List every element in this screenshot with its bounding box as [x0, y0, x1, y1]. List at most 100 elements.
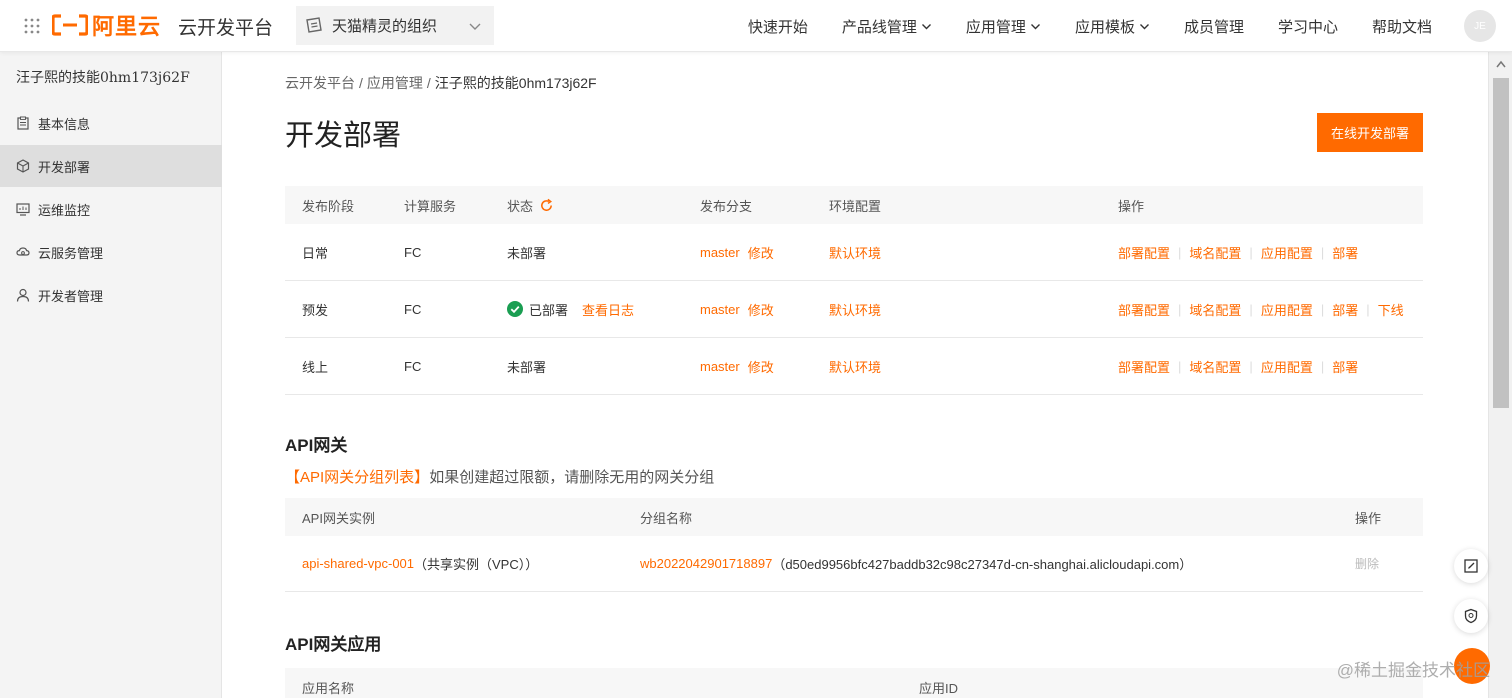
nav-label: 学习中心	[1277, 18, 1338, 36]
scrollbar-thumb[interactable]	[1493, 78, 1509, 408]
nav-learning-center[interactable]: 学习中心	[1278, 16, 1338, 37]
api-gateway-table: API网关实例 分组名称 操作 api-shared-vpc-001 （共享实例（…	[285, 498, 1423, 592]
cell-ops: 部署配置 | 域名配置 | 应用配置 | 部署	[1118, 357, 1359, 376]
instance-link[interactable]: api-shared-vpc-001	[302, 556, 414, 571]
top-navbar: 阿里云 云开发平台 天猫精灵的组织 快速开始 产品线管理 应用管理 应用模板 成…	[0, 0, 1512, 52]
chevron-down-icon	[469, 23, 481, 30]
cell-compute: FC	[404, 301, 422, 317]
refresh-icon[interactable]	[539, 198, 554, 213]
aliyun-logo[interactable]: 阿里云	[52, 12, 162, 39]
op-domain-config[interactable]: 域名配置	[1189, 300, 1241, 319]
sidebar-item-developers[interactable]: 开发者管理	[0, 274, 222, 316]
cell-status: 未部署	[507, 245, 547, 261]
nav-app-templates[interactable]: 应用模板	[1075, 16, 1150, 37]
op-app-config[interactable]: 应用配置	[1261, 357, 1313, 376]
breadcrumb-link-app-management[interactable]: 应用管理	[367, 75, 423, 91]
col-env: 环境配置	[829, 198, 882, 214]
status-text: 已部署	[529, 302, 569, 318]
cloud-icon	[16, 247, 30, 256]
group-link[interactable]: wb2022042901718897	[640, 556, 772, 571]
edit-branch-link[interactable]: 修改	[748, 243, 774, 262]
instance-suffix: （共享实例（VPC））	[414, 557, 539, 572]
table-row: 预发 FC 已部署 查看日志 master 修改 默认环境 部署配置 | 域名配置…	[285, 281, 1423, 338]
org-select-value: 天猫精灵的组织	[332, 18, 438, 35]
sidebar-app-name: 汪子熙的技能0hm173j62F	[16, 70, 190, 86]
nav-quick-start[interactable]: 快速开始	[748, 16, 808, 37]
monitor-icon	[16, 203, 30, 216]
view-log-link[interactable]: 查看日志	[582, 300, 634, 319]
edit-branch-link[interactable]: 修改	[748, 300, 774, 319]
nav-app-management[interactable]: 应用管理	[966, 16, 1041, 37]
env-link[interactable]: 默认环境	[829, 243, 881, 262]
col-compute: 计算服务	[404, 198, 457, 214]
col-ops: 操作	[1118, 198, 1145, 214]
api-gateway-group-list-link[interactable]: 【API网关分组列表】	[285, 469, 429, 486]
env-link[interactable]: 默认环境	[829, 357, 881, 376]
col-instance: API网关实例	[302, 510, 375, 526]
org-select[interactable]: 天猫精灵的组织	[296, 6, 494, 45]
op-deploy-config[interactable]: 部署配置	[1118, 300, 1170, 319]
platform-title[interactable]: 云开发平台	[178, 13, 273, 40]
nav-label: 帮助文档	[1371, 18, 1432, 36]
api-gateway-tip: 【API网关分组列表】如果创建超过限额，请删除无用的网关分组	[285, 466, 714, 487]
deploy-online-button[interactable]: 在线开发部署	[1317, 113, 1423, 152]
delete-link[interactable]: 删除	[1355, 536, 1379, 591]
api-gateway-app-title: API网关应用	[285, 635, 382, 654]
op-domain-config[interactable]: 域名配置	[1189, 243, 1241, 262]
feedback-button[interactable]	[1454, 549, 1488, 583]
app-grid-icon[interactable]	[24, 18, 40, 34]
scroll-up-arrow-icon[interactable]	[1496, 60, 1506, 68]
op-app-config[interactable]: 应用配置	[1261, 243, 1313, 262]
op-deploy-config[interactable]: 部署配置	[1118, 243, 1170, 262]
shield-icon	[1464, 608, 1478, 624]
sidebar-item-label: 开发部署	[38, 159, 91, 175]
cell-status: 未部署	[507, 359, 547, 375]
env-link[interactable]: 默认环境	[829, 300, 881, 319]
nav-product-line[interactable]: 产品线管理	[842, 16, 932, 37]
nav-label: 应用模板	[1074, 18, 1135, 36]
op-deploy[interactable]: 部署	[1332, 357, 1358, 376]
logo-text: 阿里云	[92, 14, 162, 39]
deploy-table: 发布阶段 计算服务 状态 发布分支 环境配置 操作 日常 FC 未部署 mast…	[285, 186, 1423, 395]
edit-branch-link[interactable]: 修改	[748, 357, 774, 376]
api-gateway-app-table: 应用名称 应用ID	[285, 668, 1423, 698]
user-avatar[interactable]: JE	[1464, 10, 1496, 42]
sidebar-item-cloud-services[interactable]: 云服务管理	[0, 231, 222, 273]
branch-link[interactable]: master	[700, 359, 740, 374]
op-deploy[interactable]: 部署	[1332, 243, 1358, 262]
col-ops: 操作	[1355, 510, 1382, 526]
table-header: API网关实例 分组名称 操作	[285, 498, 1423, 536]
cell-env: 默认环境	[829, 224, 881, 280]
op-domain-config[interactable]: 域名配置	[1189, 357, 1241, 376]
nav-help-docs[interactable]: 帮助文档	[1372, 16, 1432, 37]
op-app-config[interactable]: 应用配置	[1261, 300, 1313, 319]
security-button[interactable]	[1454, 599, 1488, 633]
sidebar-item-ops-monitor[interactable]: 运维监控	[0, 188, 222, 230]
nav-members[interactable]: 成员管理	[1184, 16, 1244, 37]
page-scrollbar[interactable]	[1488, 52, 1512, 698]
group-domain: （d50ed9956bfc427baddb32c98c27347d-cn-sha…	[772, 557, 1193, 572]
breadcrumb-separator: /	[359, 75, 363, 91]
op-deploy-config[interactable]: 部署配置	[1118, 357, 1170, 376]
api-gateway-title: API网关	[285, 436, 348, 455]
sidebar-item-label: 运维监控	[38, 202, 91, 218]
branch-link[interactable]: master	[700, 302, 740, 317]
sidebar-item-dev-deploy[interactable]: 开发部署	[0, 145, 222, 187]
breadcrumb-current: 汪子熙的技能0hm173j62F	[434, 75, 597, 91]
page-title: 开发部署	[285, 120, 402, 152]
branch-link[interactable]: master	[700, 245, 740, 260]
cell-branch: master 修改	[700, 338, 774, 394]
breadcrumb-link-platform[interactable]: 云开发平台	[285, 75, 355, 91]
table-header: 发布阶段 计算服务 状态 发布分支 环境配置 操作	[285, 186, 1423, 224]
cell-env: 默认环境	[829, 281, 881, 337]
col-group: 分组名称	[640, 510, 693, 526]
chevron-down-icon	[1139, 23, 1149, 29]
op-deploy[interactable]: 部署	[1332, 300, 1358, 319]
op-offline[interactable]: 下线	[1378, 300, 1404, 319]
main-content: 云开发平台 / 应用管理 / 汪子熙的技能0hm173j62F 开发部署 在线开发部署 …	[222, 52, 1488, 698]
table-row: 日常 FC 未部署 master 修改 默认环境 部署配置 | 域名配置 | 应用配…	[285, 224, 1423, 281]
cell-stage: 预发	[302, 302, 329, 318]
sidebar-item-basic-info[interactable]: 基本信息	[0, 102, 222, 144]
col-stage: 发布阶段	[302, 198, 355, 214]
watermark: @稀土掘金技术社区	[1336, 661, 1490, 680]
